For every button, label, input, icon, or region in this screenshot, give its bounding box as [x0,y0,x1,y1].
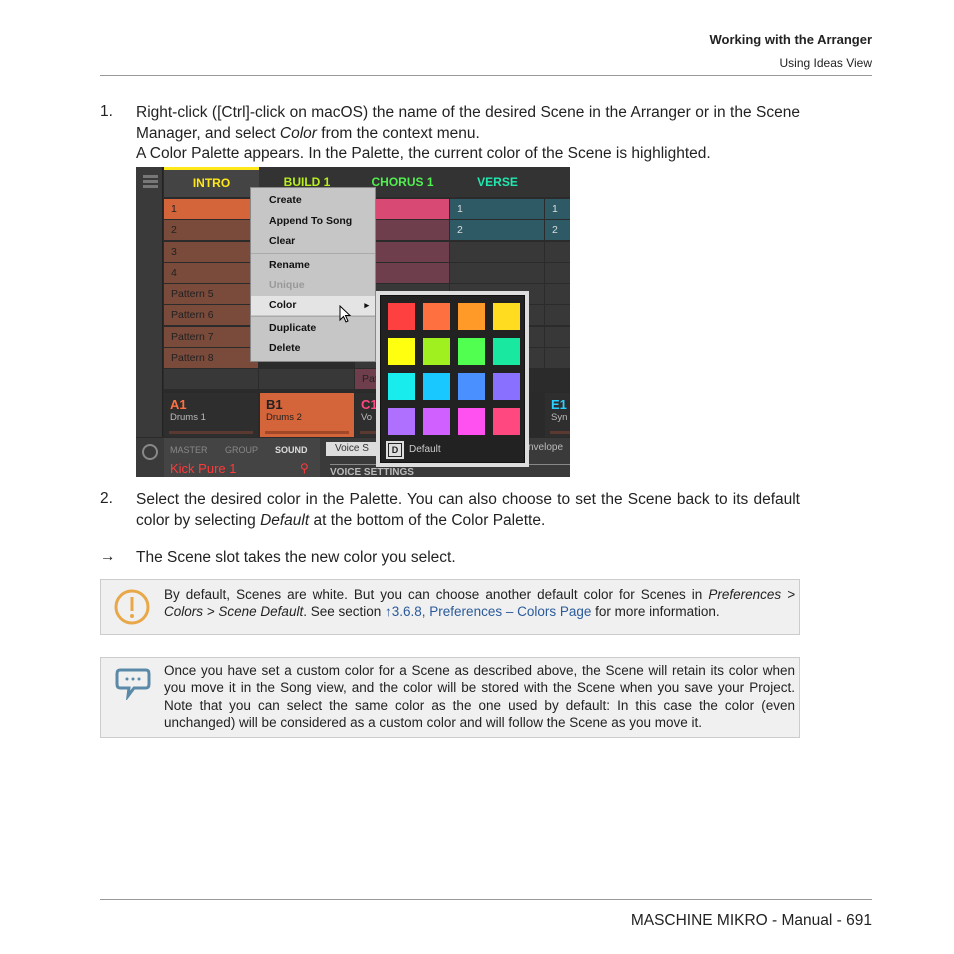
empty-slot[interactable] [450,242,544,262]
running-header-title: Working with the Arranger [709,32,872,47]
empty-slot[interactable] [545,263,570,283]
color-swatch[interactable] [493,373,520,400]
menu-item-unique[interactable]: Unique [251,276,375,295]
empty-slot[interactable] [545,327,570,347]
pattern-slot[interactable]: 2 [450,220,544,240]
left-strip [136,167,163,437]
color-swatch[interactable] [458,338,485,365]
color-swatch[interactable] [423,338,450,365]
tab-master[interactable]: MASTER [170,445,208,455]
group-id: E1 [551,397,567,412]
empty-slot[interactable] [545,284,570,304]
note-box-warning: By default, Scenes are white. But you ca… [100,579,800,635]
color-swatch[interactable] [458,373,485,400]
empty-slot[interactable] [545,242,570,262]
tab-sound[interactable]: SOUND [275,445,308,455]
pattern-slot[interactable]: 4 [164,263,258,283]
pattern-slot[interactable]: Pattern 7 [164,327,258,347]
color-swatch[interactable] [458,408,485,435]
menu-item-delete[interactable]: Delete [251,339,375,358]
group-name: Drums 2 [266,412,302,423]
color-swatch[interactable] [458,303,485,330]
pattern-slot[interactable]: 1 [164,199,258,219]
running-header-subtitle: Using Ideas View [779,56,873,70]
scene-intro[interactable]: INTRO [164,167,259,197]
header-divider [100,75,872,76]
default-color-button[interactable]: D [386,441,404,459]
step-1-text: Right-click ([Ctrl]-click on macOS) the … [136,104,800,162]
level-bar [265,431,349,434]
menu-item-create[interactable]: Create [251,191,375,210]
color-swatch[interactable] [388,373,415,400]
scene-verse[interactable]: VERSE [450,167,545,197]
level-bar [550,431,570,434]
group-id: B1 [266,397,283,412]
tab-group[interactable]: GROUP [225,445,258,455]
empty-slot[interactable] [545,348,570,368]
group-id: A1 [170,397,187,412]
menu-item-duplicate[interactable]: Duplicate [251,319,375,338]
menu-item-rename[interactable]: Rename [251,256,375,275]
pattern-slot[interactable]: 2 [545,220,570,240]
default-color-label[interactable]: Default [409,444,441,455]
color-swatch[interactable] [493,408,520,435]
tab-envelope[interactable]: nvelope [528,442,563,453]
sound-name[interactable]: Kick Pure 1 [170,461,236,476]
result-text: The Scene slot takes the new color you s… [136,549,456,566]
menu-divider [251,316,375,317]
menu-divider [251,253,375,254]
submenu-arrow-icon: ▸ [364,300,369,310]
group-slot-a1[interactable]: A1 Drums 1 [164,393,258,437]
mouse-cursor-icon [339,305,352,323]
group-name: Syn [551,412,568,423]
empty-slot[interactable] [450,263,544,283]
empty-slot[interactable] [545,305,570,325]
menu-item-append-to-song[interactable]: Append To Song [251,212,375,231]
grid-icon[interactable] [143,175,158,188]
arranger-screenshot: INTRO BUILD 1 CHORUS 1 VERSE 1 1 1 2 2 2 3 4 Pat… [136,167,570,477]
color-swatch[interactable] [388,303,415,330]
group-slot-b1[interactable]: B1 Drums 2 [260,393,354,437]
color-palette: D Default [376,291,529,467]
color-swatch[interactable] [423,303,450,330]
result-arrow: → [100,548,116,565]
color-swatch[interactable] [423,408,450,435]
speech-bubble-icon [115,668,151,700]
search-icon[interactable]: ⚲ [300,461,309,475]
menu-item-color[interactable]: Color ▸ [251,296,375,315]
step-number: 2. [100,490,113,507]
footer-page: MASCHINE MIKRO - Manual - 691 [630,912,872,929]
pattern-slot[interactable]: 2 [164,220,258,240]
voice-settings-label: VOICE SETTINGS [330,467,414,477]
menu-item-clear[interactable]: Clear [251,232,375,251]
context-menu: Create Append To Song Clear Rename Unique Col… [250,187,376,362]
level-bar [169,431,253,434]
color-swatch[interactable] [388,338,415,365]
pattern-slot[interactable]: 1 [545,199,570,219]
section-link[interactable]: ↑3.6.8, Preferences – Colors Page [385,604,591,619]
note-box-tip: Once you have set a custom color for a S… [100,657,800,738]
pattern-slot[interactable]: Pattern 8 [164,348,258,368]
group-name: Drums 1 [170,412,206,423]
color-swatch[interactable] [493,303,520,330]
color-swatch[interactable] [388,408,415,435]
step-2-text: Select the desired color in the Palette.… [136,491,800,529]
exclamation-icon [114,589,150,625]
color-swatch[interactable] [493,338,520,365]
pattern-slot[interactable]: 1 [450,199,544,219]
group-slot-e1[interactable]: E1 Syn [545,393,570,437]
pattern-slot[interactable]: Pattern 6 [164,305,258,325]
step-number: 1. [100,103,113,120]
empty-slot[interactable] [164,369,258,389]
knob-icon[interactable] [142,444,158,460]
color-swatch[interactable] [423,373,450,400]
pattern-slot[interactable]: Pattern 5 [164,284,258,304]
pattern-slot[interactable]: 3 [164,242,258,262]
empty-slot[interactable] [259,369,354,389]
footer-divider [100,899,872,900]
